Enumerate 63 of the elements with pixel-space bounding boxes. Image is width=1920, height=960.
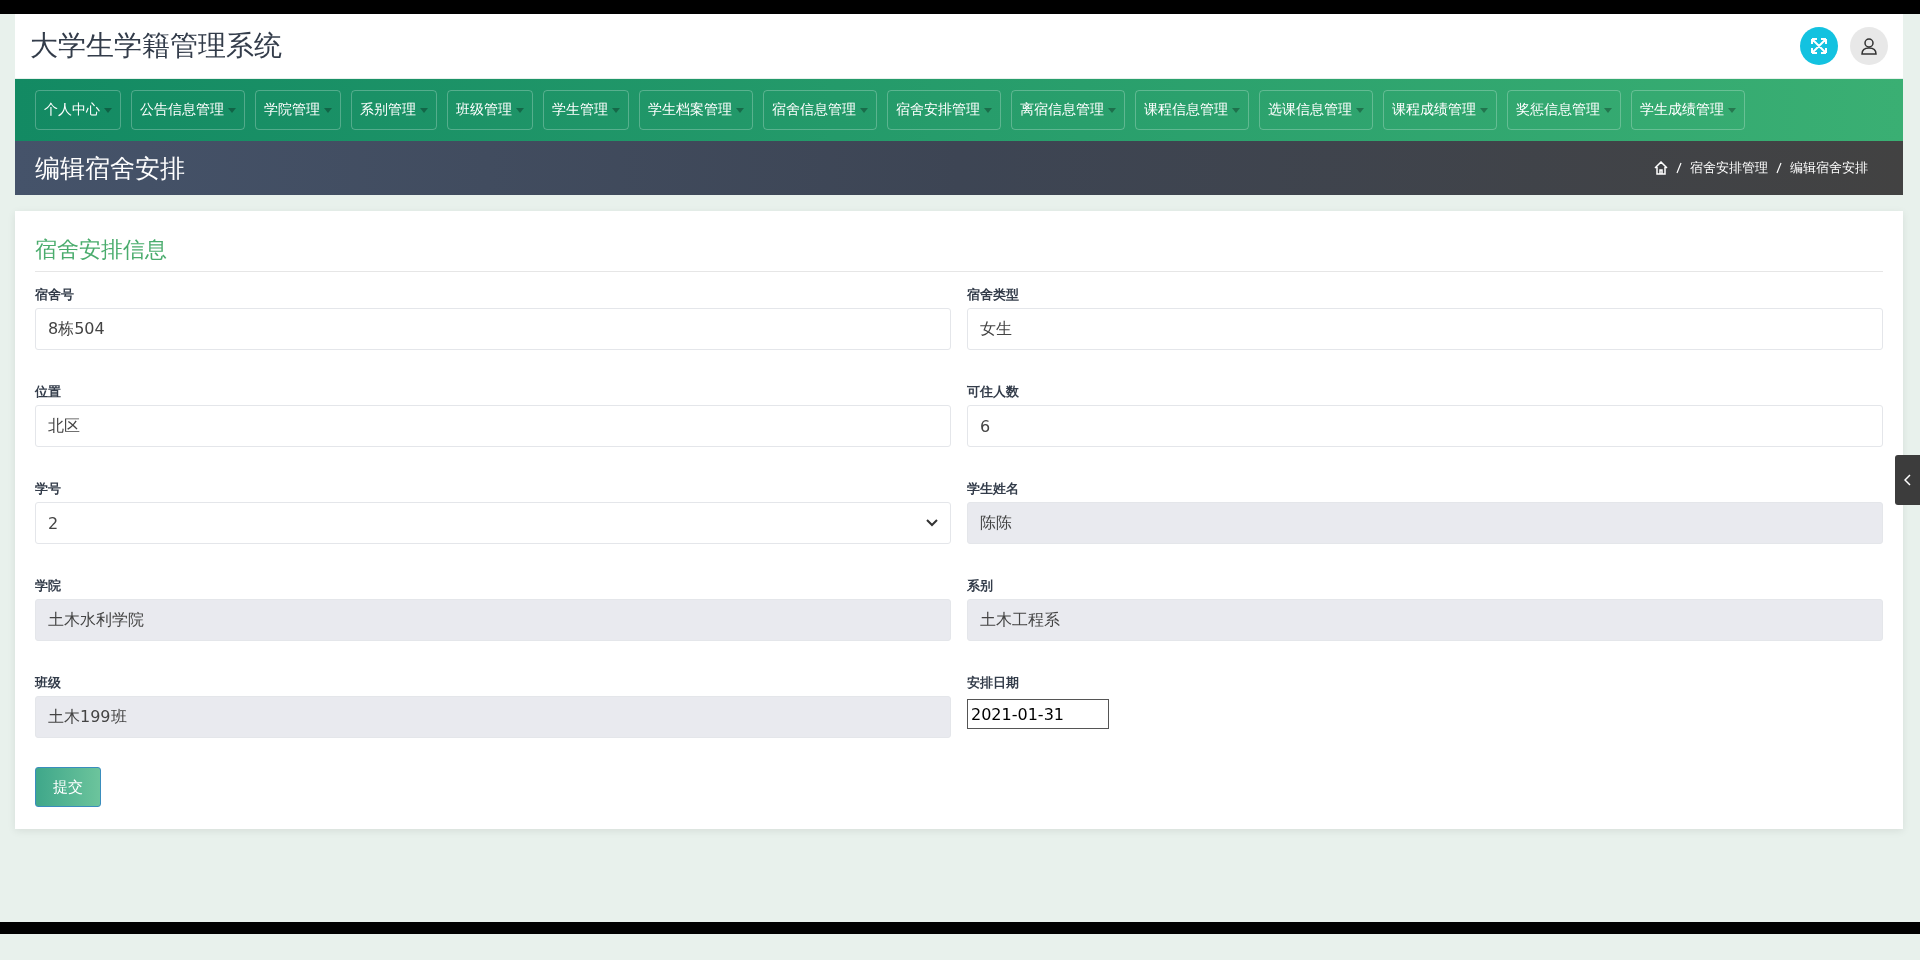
home-icon[interactable] <box>1654 161 1668 175</box>
nav-menu-item[interactable]: 奖惩信息管理 <box>1507 90 1621 130</box>
field-label: 学生姓名 <box>967 480 1020 498</box>
nav-menu-item[interactable]: 班级管理 <box>447 90 533 130</box>
nav-menu-item[interactable]: 学生成绩管理 <box>1631 90 1745 130</box>
field-label: 可住人数 <box>967 383 1020 401</box>
nav-menu-item[interactable]: 学生档案管理 <box>639 90 753 130</box>
page-title: 编辑宿舍安排 <box>35 152 185 185</box>
caret-icon <box>612 107 620 113</box>
field-label: 班级 <box>35 674 62 692</box>
readonly-field: 陈陈 <box>967 502 1883 544</box>
text-field[interactable]: 6 <box>967 405 1883 447</box>
field-label: 位置 <box>35 383 62 401</box>
submit-button[interactable]: 提交 <box>35 767 101 807</box>
caret-icon <box>1728 107 1736 113</box>
date-field[interactable]: 2021-01-31 <box>967 699 1109 729</box>
caret-icon <box>516 107 524 113</box>
caret-icon <box>860 107 868 113</box>
nav-menu-item[interactable]: 学院管理 <box>255 90 341 130</box>
nav-menu-item[interactable]: 课程成绩管理 <box>1383 90 1497 130</box>
text-field[interactable]: 8栋504 <box>35 308 951 350</box>
app-title: 大学生学籍管理系统 <box>30 28 282 64</box>
caret-icon <box>420 107 428 113</box>
field-label: 宿舍号 <box>35 286 75 304</box>
user-icon[interactable] <box>1850 27 1888 65</box>
field-label: 系别 <box>967 577 994 595</box>
nav-menu-item[interactable]: 选课信息管理 <box>1259 90 1373 130</box>
field-label: 宿舍类型 <box>967 286 1020 304</box>
caret-icon <box>1480 107 1488 113</box>
chevron-left-icon <box>1903 474 1912 486</box>
field-label: 安排日期 <box>967 674 1020 692</box>
nav-menu-item[interactable]: 公告信息管理 <box>131 90 245 130</box>
nav-menu-item[interactable]: 课程信息管理 <box>1135 90 1249 130</box>
card-title: 宿舍安排信息 <box>35 225 1883 272</box>
text-field[interactable]: 女生 <box>967 308 1883 350</box>
nav-menu-item[interactable]: 离宿信息管理 <box>1011 90 1125 130</box>
side-panel-toggle[interactable] <box>1895 455 1920 505</box>
nav-menu-item[interactable]: 个人中心 <box>35 90 121 130</box>
caret-icon <box>736 107 744 113</box>
caret-icon <box>1356 107 1364 113</box>
breadcrumb-item[interactable]: 宿舍安排管理 <box>1690 159 1768 177</box>
caret-icon <box>1604 107 1612 113</box>
nav-menu-item[interactable]: 宿舍安排管理 <box>887 90 1001 130</box>
readonly-field: 土木工程系 <box>967 599 1883 641</box>
nav-menu-item[interactable]: 宿舍信息管理 <box>763 90 877 130</box>
field-label: 学院 <box>35 577 62 595</box>
select-field[interactable]: 2 <box>35 502 951 544</box>
text-field[interactable]: 北区 <box>35 405 951 447</box>
caret-icon <box>104 107 112 113</box>
nav-menu-item[interactable]: 学生管理 <box>543 90 629 130</box>
caret-icon <box>324 107 332 113</box>
caret-icon <box>228 107 236 113</box>
readonly-field: 土木199班 <box>35 696 951 738</box>
caret-icon <box>1232 107 1240 113</box>
caret-icon <box>984 107 992 113</box>
chevron-down-icon <box>926 519 938 527</box>
readonly-field: 土木水利学院 <box>35 599 951 641</box>
caret-icon <box>1108 107 1116 113</box>
field-label: 学号 <box>35 480 62 498</box>
nav-menu-item[interactable]: 系别管理 <box>351 90 437 130</box>
breadcrumb-separator <box>1776 162 1782 174</box>
breadcrumb-separator <box>1676 162 1682 174</box>
breadcrumb-item: 编辑宿舍安排 <box>1790 159 1868 177</box>
